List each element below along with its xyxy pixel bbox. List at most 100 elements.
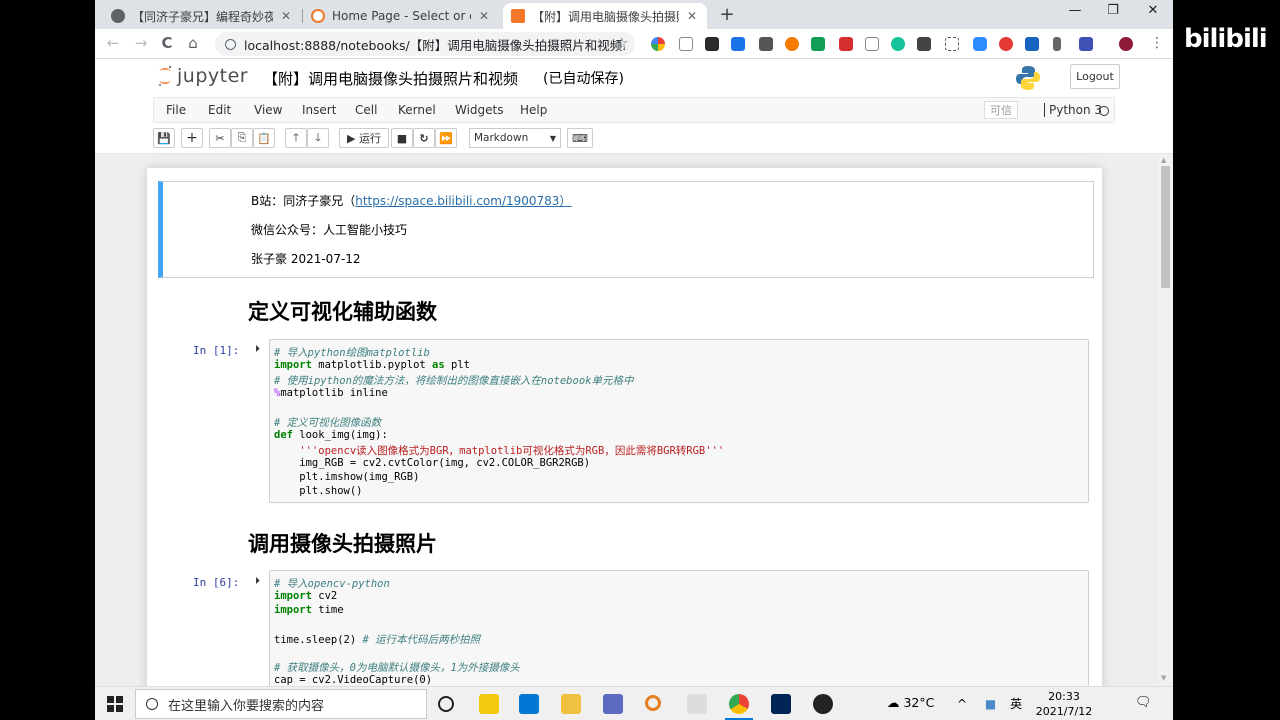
- menu-edit[interactable]: Edit: [208, 103, 231, 117]
- code-text: matplotlib inline: [280, 387, 388, 399]
- move-down-button[interactable]: 🡓: [307, 128, 329, 148]
- file-explorer-icon[interactable]: [561, 694, 581, 714]
- save-button[interactable]: 💾: [153, 128, 175, 148]
- chrome-icon[interactable]: [729, 694, 749, 714]
- code-cell-1[interactable]: # 导入python绘图matplotlib import matplotlib…: [269, 339, 1089, 503]
- extension-dark-icon[interactable]: [705, 37, 719, 51]
- run-cell-icon[interactable]: ⏵: [255, 576, 260, 587]
- back-button[interactable]: ←: [103, 34, 123, 52]
- taskbar-clock[interactable]: 20:33 2021/7/12: [1033, 689, 1095, 719]
- tray-chevron-icon[interactable]: ^: [957, 697, 967, 711]
- extension-pdf-icon[interactable]: [839, 37, 853, 51]
- extension-capture-icon[interactable]: [945, 37, 959, 51]
- code-cell-2[interactable]: # 导入opencv-python import cv2 import time…: [269, 570, 1089, 686]
- extension-zoom-icon[interactable]: [973, 37, 987, 51]
- obs-icon[interactable]: [813, 694, 833, 714]
- address-bar[interactable]: localhost:8888/notebooks/【附】调用电脑摄像头拍摄照片和…: [215, 32, 635, 56]
- task-view-icon[interactable]: [438, 696, 454, 712]
- weather-widget[interactable]: ☁ 32°C: [887, 695, 934, 710]
- menu-file[interactable]: File: [166, 103, 186, 117]
- extension-green-icon[interactable]: [811, 37, 825, 51]
- command-palette-button[interactable]: ⌨: [567, 128, 593, 148]
- bilibili-link[interactable]: https://space.bilibili.com/1900783）: [355, 194, 571, 208]
- tab-close-icon[interactable]: ✕: [477, 9, 491, 23]
- extension-screen-icon[interactable]: [731, 37, 745, 51]
- close-window-button[interactable]: ✕: [1135, 3, 1171, 18]
- jupyter-orb-icon: [158, 65, 172, 87]
- cell-type-select[interactable]: Markdown ▼: [469, 128, 561, 148]
- copy-button[interactable]: ⎘: [231, 128, 253, 148]
- clock-time: 20:33: [1048, 690, 1080, 703]
- vscode-icon[interactable]: [519, 694, 539, 714]
- minimize-button[interactable]: —: [1057, 3, 1093, 18]
- notification-center-icon[interactable]: 🗨: [1135, 695, 1152, 710]
- profile-avatar-icon[interactable]: [1119, 37, 1133, 51]
- logout-button[interactable]: Logout: [1070, 64, 1120, 89]
- restart-run-all-button[interactable]: ⏩: [435, 128, 457, 148]
- restore-button[interactable]: ❐: [1095, 3, 1131, 18]
- extension-grammarly-icon[interactable]: [891, 37, 905, 51]
- cut-button[interactable]: ✂: [209, 128, 231, 148]
- reload-button[interactable]: C: [157, 34, 177, 52]
- md-line-author: 张子豪 2021-07-12: [251, 252, 361, 266]
- menu-help[interactable]: Help: [520, 103, 547, 117]
- interrupt-button[interactable]: ■: [391, 128, 413, 148]
- scroll-down-arrow-icon[interactable]: ▼: [1161, 674, 1166, 682]
- magnifier-app-icon[interactable]: [645, 695, 661, 711]
- extension-red-icon[interactable]: [999, 37, 1013, 51]
- run-cell-icon[interactable]: ⏵: [255, 344, 260, 355]
- menu-insert[interactable]: Insert: [302, 103, 336, 117]
- restart-kernel-button[interactable]: ↻: [413, 128, 435, 148]
- scroll-up-arrow-icon[interactable]: ▲: [1161, 156, 1166, 164]
- tab-home-page[interactable]: Home Page - Select or create ✕: [303, 3, 499, 29]
- tab-close-icon[interactable]: ✕: [685, 9, 699, 23]
- extension-orange-icon[interactable]: [785, 37, 799, 51]
- browser-menu-icon[interactable]: ⋮: [1150, 35, 1164, 51]
- code-line: plt.show(): [274, 485, 363, 497]
- taskbar-search-box[interactable]: 在这里输入你要搜索的内容: [135, 689, 427, 719]
- new-tab-button[interactable]: +: [715, 4, 739, 25]
- code-keyword: import: [274, 604, 312, 616]
- kernel-name[interactable]: Python 3: [1044, 103, 1102, 117]
- paste-button[interactable]: 📋: [253, 128, 275, 148]
- windows-start-icon[interactable]: [107, 696, 123, 712]
- extension-translate-icon[interactable]: [1079, 37, 1093, 51]
- extension-camera-icon[interactable]: [759, 37, 773, 51]
- extension-blue-icon[interactable]: [1025, 37, 1039, 51]
- tab-notebook-active[interactable]: 【附】调用电脑摄像头拍摄照片 ✕: [503, 3, 707, 29]
- tray-app-icon[interactable]: ■: [985, 697, 996, 711]
- text-app-icon[interactable]: [687, 694, 707, 714]
- info-icon: [225, 38, 236, 50]
- system-tray[interactable]: ^ ■ 英: [957, 695, 1022, 712]
- run-button[interactable]: ▶ 运行: [339, 128, 389, 148]
- extension-qr-icon[interactable]: [917, 37, 931, 51]
- tab-close-icon[interactable]: ✕: [279, 9, 293, 23]
- insert-cell-button[interactable]: +: [181, 128, 203, 148]
- extension-color-icon[interactable]: [651, 37, 665, 51]
- windows-taskbar: 在这里输入你要搜索的内容 ☁ 32°C ^ ■ 英 20:33 2021/7/1…: [95, 686, 1173, 720]
- home-button[interactable]: ⌂: [183, 34, 203, 52]
- trusted-indicator[interactable]: 可信: [984, 101, 1018, 119]
- markdown-cell-selected[interactable]: B站：同济子豪兄（https://space.bilibili.com/1900…: [158, 181, 1094, 278]
- code-text: time: [311, 604, 344, 616]
- jupyter-logo[interactable]: jupyter: [157, 65, 248, 87]
- ime-indicator[interactable]: 英: [1010, 697, 1022, 711]
- powershell-icon[interactable]: [771, 694, 791, 714]
- extension-doc-icon[interactable]: [865, 37, 879, 51]
- notebook-title[interactable]: 【附】调用电脑摄像头拍摄照片和视频: [263, 68, 518, 89]
- menu-widgets[interactable]: Widgets: [455, 103, 504, 117]
- menu-kernel[interactable]: Kernel: [398, 103, 436, 117]
- extension-shield-icon[interactable]: [679, 37, 693, 51]
- network-app-icon[interactable]: [603, 694, 623, 714]
- scrollbar-thumb[interactable]: [1161, 166, 1170, 288]
- extension-text-icon[interactable]: [1053, 37, 1061, 51]
- forward-button[interactable]: →: [131, 34, 151, 52]
- menu-view[interactable]: View: [254, 103, 282, 117]
- tab-bilibili[interactable]: 【同济子豪兄】编程奇妙夜第1期 ✕: [103, 3, 301, 29]
- page-scrollbar[interactable]: ▲ ▼: [1158, 154, 1173, 686]
- sticky-notes-icon[interactable]: [479, 694, 499, 714]
- bookmark-star-icon[interactable]: ☆: [615, 34, 628, 52]
- code-text: matplotlib.pyplot: [311, 359, 433, 371]
- menu-cell[interactable]: Cell: [355, 103, 377, 117]
- move-up-button[interactable]: 🡑: [285, 128, 307, 148]
